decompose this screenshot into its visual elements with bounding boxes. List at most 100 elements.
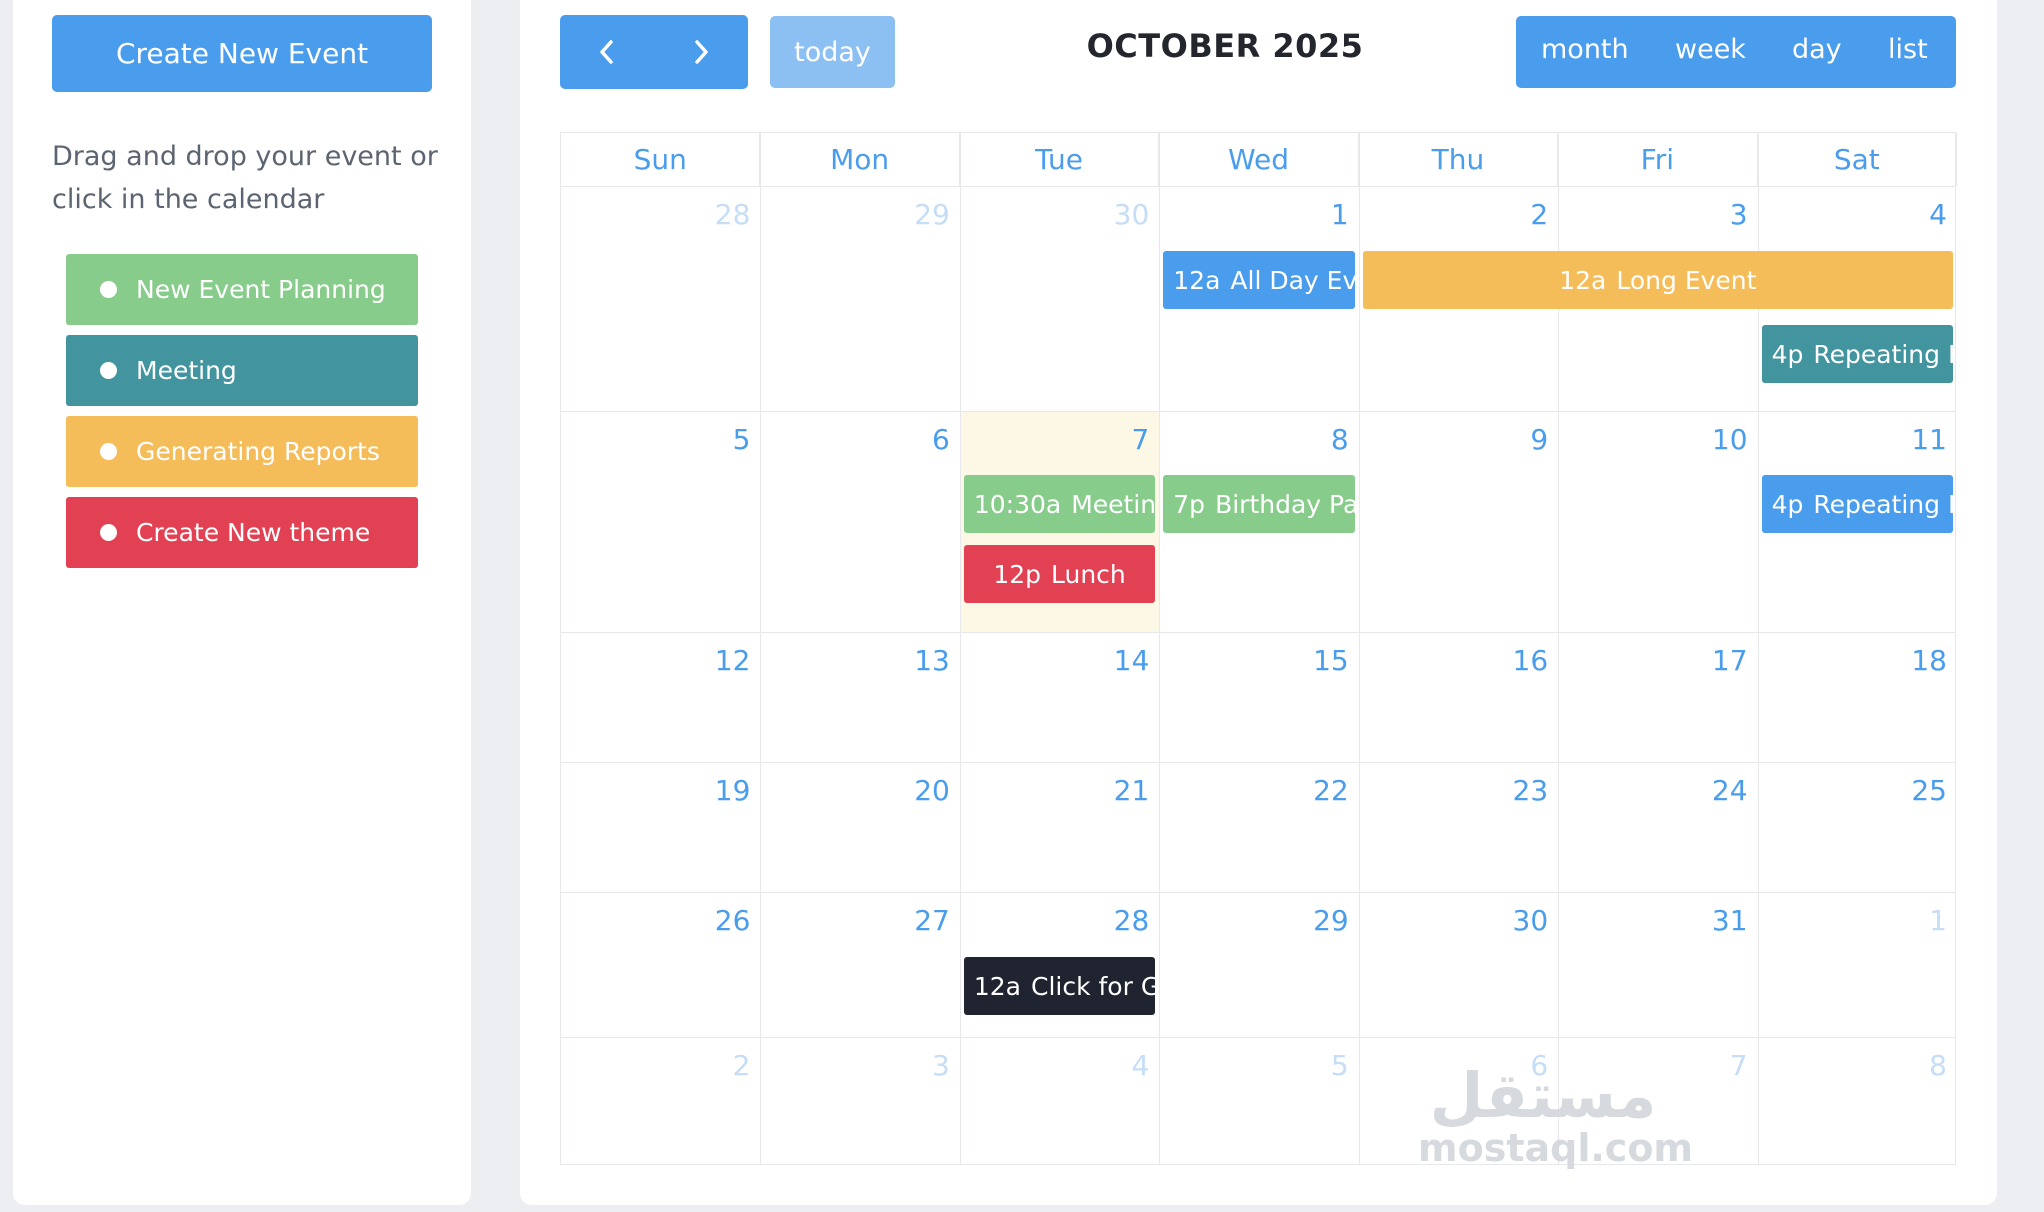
day-number[interactable]: 19 [690,774,751,807]
event-title: Birthday Party [1215,489,1355,519]
prev-button[interactable] [560,15,654,89]
grid-column-line [760,133,762,1164]
day-number[interactable]: 12 [690,644,751,677]
event-time: 12p [993,559,1041,589]
external-event-label: Create New theme [136,518,371,547]
event-title: Repeating Event [1813,339,1953,369]
grid-column-line [1159,133,1161,1164]
day-number[interactable]: 29 [1289,904,1349,937]
day-number[interactable]: 8 [1887,1049,1947,1082]
grid-column-line [959,133,961,1164]
external-event-label: Meeting [136,356,237,385]
weekday-header-fri: Fri [1558,133,1758,186]
grid-row-line [561,186,1955,187]
day-number[interactable]: 13 [890,644,950,677]
day-number[interactable]: 28 [1089,904,1150,937]
external-event-item[interactable]: New Event Planning [66,254,418,325]
day-number[interactable]: 5 [1289,1049,1349,1082]
day-number[interactable]: 21 [1089,774,1150,807]
day-number[interactable]: 3 [1688,198,1748,231]
event-title: All Day Event [1230,265,1355,295]
grid-row-line [561,762,1955,763]
day-number[interactable]: 31 [1688,904,1748,937]
event-title: Click for Google [1030,971,1156,1001]
day-number[interactable]: 3 [890,1049,950,1082]
day-number[interactable]: 22 [1289,774,1349,807]
external-event-label: Generating Reports [136,437,380,466]
event-title: Lunch [1051,559,1126,589]
day-number[interactable]: 28 [690,198,751,231]
day-number[interactable]: 17 [1688,644,1748,677]
day-number[interactable]: 20 [890,774,950,807]
day-number[interactable]: 9 [1488,423,1548,456]
day-number[interactable]: 18 [1887,644,1947,677]
view-month-button[interactable]: month [1541,34,1629,65]
day-number[interactable]: 26 [690,904,751,937]
external-event-item[interactable]: Create New theme [66,497,418,568]
calendar-event[interactable]: 12a Click for Google [963,957,1156,1015]
day-number[interactable]: 1 [1887,904,1947,937]
weekday-header-sun: Sun [561,133,761,186]
grid-row-line [561,411,1955,412]
chevron-right-icon [695,40,708,64]
calendar-event[interactable]: 7p Birthday Party [1163,475,1355,533]
event-time: 12a [1173,265,1221,295]
day-number[interactable]: 4 [1887,198,1947,231]
day-number[interactable]: 11 [1887,423,1947,456]
day-number[interactable]: 1 [1289,198,1349,231]
day-number[interactable]: 14 [1089,644,1150,677]
view-list-button[interactable]: list [1888,34,1928,65]
calendar-event[interactable]: 4p Repeating Event [1761,475,1953,533]
day-number[interactable]: 25 [1887,774,1947,807]
day-number[interactable]: 15 [1289,644,1349,677]
external-event-item[interactable]: Meeting [66,335,418,406]
weekday-header-sat: Sat [1758,133,1957,186]
view-day-button[interactable]: day [1792,34,1842,65]
calendar-event[interactable]: 12p Lunch [963,545,1156,603]
calendar-event[interactable]: 10:30a Meeting [963,475,1156,533]
view-week-button[interactable]: week [1675,34,1746,65]
day-number[interactable]: 30 [1488,904,1549,937]
sidebar: Create New Event Drag and drop your even… [13,0,471,1205]
day-number[interactable]: 2 [1488,198,1548,231]
event-time: 12a [973,971,1021,1001]
bullet-icon [100,362,117,379]
event-time: 4p [1771,489,1804,519]
day-number[interactable]: 23 [1488,774,1549,807]
day-number[interactable]: 29 [890,198,950,231]
event-time: 7p [1173,489,1206,519]
day-number[interactable]: 30 [1089,198,1150,231]
next-button[interactable] [654,15,748,89]
calendar-event[interactable]: 12a All Day Event [1163,251,1355,309]
event-time: 4p [1771,339,1804,369]
today-button[interactable]: today [770,16,895,88]
event-title: Meeting [1071,489,1156,519]
day-number[interactable]: 7 [1688,1049,1748,1082]
create-new-event-button[interactable]: Create New Event [52,15,432,92]
day-number[interactable]: 10 [1688,423,1748,456]
event-time: 12a [1559,265,1607,295]
calendar-panel: today OCTOBER 2025 month week day list S… [520,0,1997,1205]
chevron-left-icon [600,40,613,64]
watermark-latin: mostaql.com [1418,1126,1694,1170]
day-number[interactable]: 4 [1089,1049,1149,1082]
calendar-event[interactable]: 12a Long Event [1362,251,1953,309]
event-title: Long Event [1616,265,1757,295]
day-number[interactable]: 5 [690,423,751,456]
event-time: 10:30a [973,489,1062,519]
day-number[interactable]: 8 [1289,423,1349,456]
month-grid: Sun Mon Tue Wed Thu Fri Sat 28 29 30 1 2 3 4 5 6 7 8 9 10 11… [560,132,1957,1165]
grid-row-line [561,892,1955,893]
watermark-logo: مستقل mostaql.com [1418,1059,1694,1170]
day-number[interactable]: 2 [690,1049,751,1082]
day-number[interactable]: 24 [1688,774,1748,807]
calendar-event[interactable]: 4p Repeating Event [1761,325,1953,383]
day-number[interactable]: 6 [890,423,950,456]
watermark-arabic: مستقل [1429,1059,1657,1132]
day-number[interactable]: 7 [1089,423,1149,456]
weekday-header-thu: Thu [1359,133,1559,186]
view-switcher: month week day list [1516,16,1956,88]
day-number[interactable]: 27 [890,904,950,937]
external-event-item[interactable]: Generating Reports [66,416,418,487]
day-number[interactable]: 16 [1488,644,1549,677]
